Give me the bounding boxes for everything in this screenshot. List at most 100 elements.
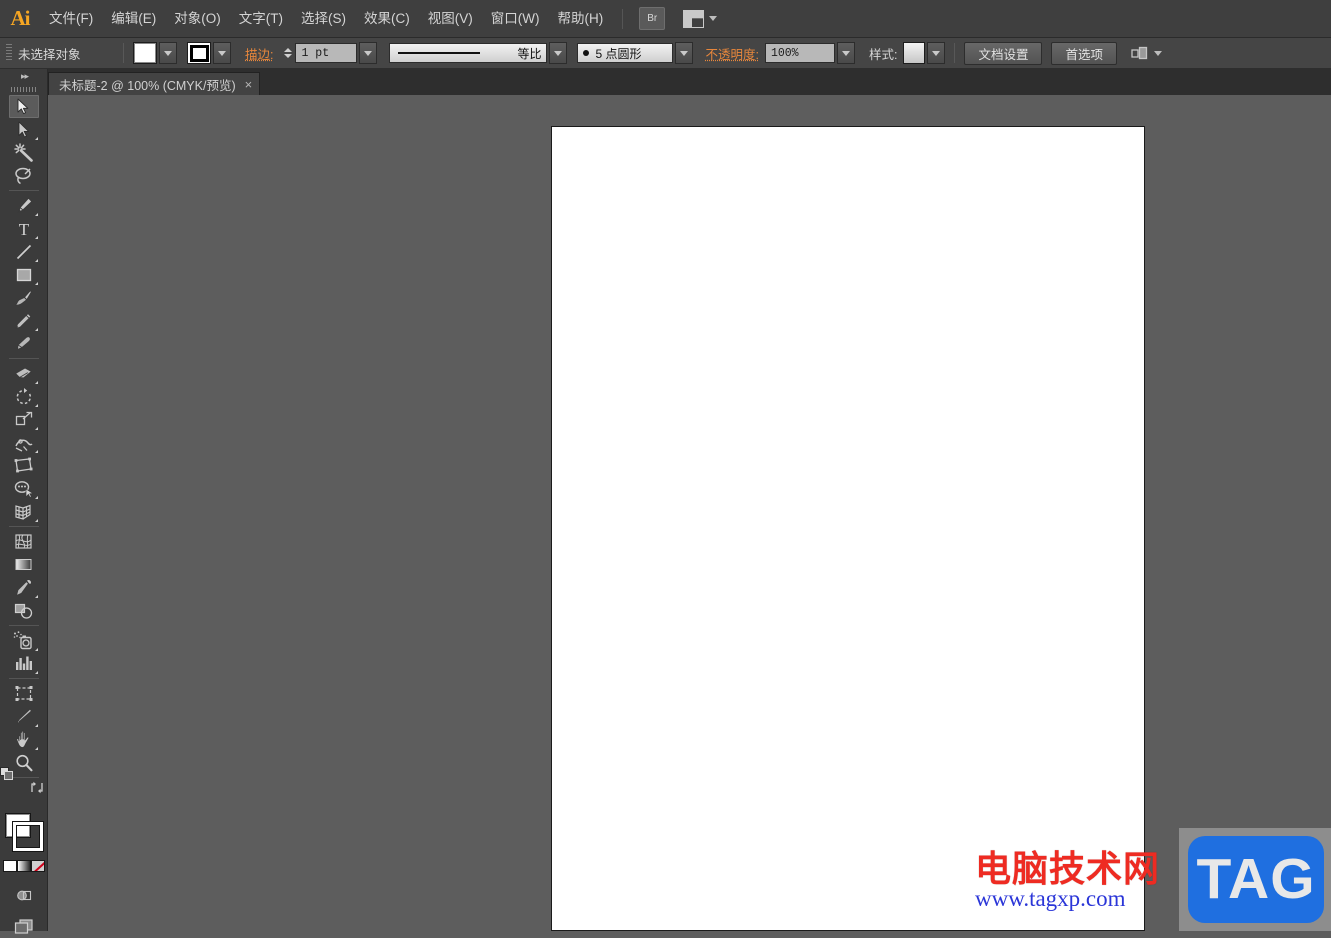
menu-select[interactable]: 选择(S) — [292, 0, 355, 37]
menu-divider — [622, 8, 624, 29]
scale-tool[interactable] — [9, 408, 39, 431]
artboard[interactable] — [551, 126, 1145, 931]
swap-fill-stroke-button[interactable] — [30, 781, 44, 799]
close-icon[interactable]: × — [245, 78, 253, 91]
screen-mode-button[interactable] — [9, 915, 39, 938]
blend-tool[interactable] — [9, 599, 39, 622]
bridge-icon[interactable]: Br — [639, 7, 666, 30]
flyout-indicator-icon — [34, 595, 38, 598]
opacity-control[interactable]: 100% — [764, 42, 855, 64]
brush-definition-label: 5 点圆形 — [595, 46, 642, 61]
document-tab-bar: 未标题-2 @ 100% (CMYK/预览) × — [0, 69, 1331, 96]
width-profile-preview[interactable]: 等比 — [389, 43, 548, 63]
width-profile-control[interactable]: 等比 — [389, 42, 568, 64]
gradient-tool[interactable] — [9, 553, 39, 576]
stroke-weight-dropdown-button[interactable] — [359, 42, 378, 64]
document-tab[interactable]: 未标题-2 @ 100% (CMYK/预览) × — [48, 72, 261, 95]
blend-icon — [14, 603, 33, 619]
slice-tool[interactable] — [9, 705, 39, 728]
tools-panel-grip[interactable] — [0, 83, 47, 95]
menu-type[interactable]: 文字(T) — [230, 0, 292, 37]
stroke-color-control[interactable] — [187, 42, 231, 64]
stroke-weight-label[interactable]: 描边: — [245, 44, 273, 63]
eraser-tool[interactable] — [9, 362, 39, 385]
blob-brush-tool[interactable] — [9, 332, 39, 355]
brush-definition-control[interactable]: 5 点圆形 — [577, 42, 694, 64]
control-panel-menu-button[interactable] — [1131, 46, 1162, 61]
brush-definition-preview[interactable]: 5 点圆形 — [577, 43, 674, 63]
symbol-sprayer-tool[interactable] — [9, 629, 39, 652]
width-tool[interactable] — [9, 431, 39, 454]
flyout-indicator-icon — [34, 724, 38, 727]
fill-dropdown-button[interactable] — [159, 42, 177, 64]
canvas-area[interactable] — [48, 95, 1331, 931]
control-panel-grip[interactable] — [6, 44, 12, 62]
menu-window[interactable]: 窗口(W) — [482, 0, 549, 37]
perspective-grid-tool[interactable] — [9, 500, 39, 523]
mesh-tool[interactable] — [9, 530, 39, 553]
flyout-indicator-icon — [34, 282, 38, 285]
color-mode-solid-button[interactable] — [2, 860, 17, 872]
document-setup-button[interactable]: 文档设置 — [964, 41, 1043, 65]
graphic-style-dropdown-button[interactable] — [927, 42, 946, 64]
menu-edit[interactable]: 编辑(E) — [102, 0, 165, 37]
graphic-style-control[interactable] — [903, 42, 946, 64]
type-tool[interactable]: T — [9, 217, 39, 240]
stroke-weight-stepper[interactable] — [281, 43, 294, 63]
stroke-swatch[interactable] — [187, 42, 211, 64]
control-panel: 未选择对象 描边: 1 pt 等比 5 点圆形 不透明度: 100% 样式: 文… — [0, 38, 1331, 69]
stroke-weight-control[interactable]: 1 pt — [281, 42, 378, 64]
pen-tool[interactable] — [9, 194, 39, 217]
lasso-icon — [15, 167, 31, 184]
slice-knife-icon — [17, 708, 32, 725]
selection-tool[interactable] — [8, 95, 39, 118]
opacity-input[interactable]: 100% — [764, 43, 835, 63]
lasso-tool[interactable] — [9, 164, 39, 187]
color-mode-none-button[interactable] — [30, 860, 45, 872]
fill-color-control[interactable] — [133, 42, 177, 64]
menu-object[interactable]: 对象(O) — [165, 0, 230, 37]
width-profile-dropdown-button[interactable] — [549, 42, 568, 64]
line-segment-tool[interactable] — [9, 240, 39, 263]
graphic-style-swatch[interactable] — [903, 42, 926, 64]
fill-swatch[interactable] — [133, 42, 157, 64]
app-logo-icon: Ai — [10, 6, 31, 30]
chevron-down-icon — [1153, 50, 1162, 56]
rectangle-tool[interactable] — [9, 263, 39, 286]
pencil-tool[interactable] — [9, 309, 39, 332]
double-chevron-right-icon: ▸▸ — [20, 70, 29, 81]
menu-file[interactable]: 文件(F) — [40, 0, 102, 37]
paintbrush-icon — [14, 289, 32, 306]
rotate-tool[interactable] — [9, 385, 39, 408]
hand-tool[interactable] — [9, 728, 39, 751]
brush-definition-dropdown-button[interactable] — [675, 42, 694, 64]
stroke-color-swatch[interactable] — [12, 822, 43, 851]
menu-effect[interactable]: 效果(C) — [355, 0, 419, 37]
tools-panel-collapse-button[interactable]: ▸▸ — [0, 69, 47, 83]
tools-panel: ▸▸ T — [0, 69, 48, 934]
menu-view[interactable]: 视图(V) — [419, 0, 482, 37]
column-graph-tool[interactable] — [9, 652, 39, 675]
default-fill-stroke-button[interactable] — [0, 767, 14, 786]
magic-wand-tool[interactable] — [9, 141, 39, 164]
arrange-documents-icon — [683, 9, 705, 28]
magnifier-icon — [15, 754, 33, 771]
menu-help[interactable]: 帮助(H) — [548, 0, 612, 37]
color-mode-buttons — [2, 860, 45, 872]
fill-stroke-indicator[interactable] — [4, 813, 43, 851]
shape-builder-tool[interactable] — [9, 477, 39, 500]
color-mode-gradient-button[interactable] — [16, 860, 31, 872]
eyedropper-tool[interactable] — [9, 576, 39, 599]
opacity-label[interactable]: 不透明度: — [705, 44, 758, 63]
opacity-dropdown-button[interactable] — [836, 42, 855, 64]
artboard-tool[interactable] — [9, 682, 39, 705]
direct-selection-tool[interactable] — [9, 118, 39, 141]
preferences-button[interactable]: 首选项 — [1051, 41, 1117, 65]
arrange-documents-button[interactable] — [683, 9, 718, 28]
stroke-dropdown-button[interactable] — [213, 42, 231, 64]
paintbrush-tool[interactable] — [9, 286, 39, 309]
drawing-mode-button[interactable] — [9, 884, 39, 907]
free-transform-tool[interactable] — [9, 454, 39, 477]
tool-group-divider — [8, 358, 39, 359]
stroke-weight-input[interactable]: 1 pt — [295, 43, 358, 63]
